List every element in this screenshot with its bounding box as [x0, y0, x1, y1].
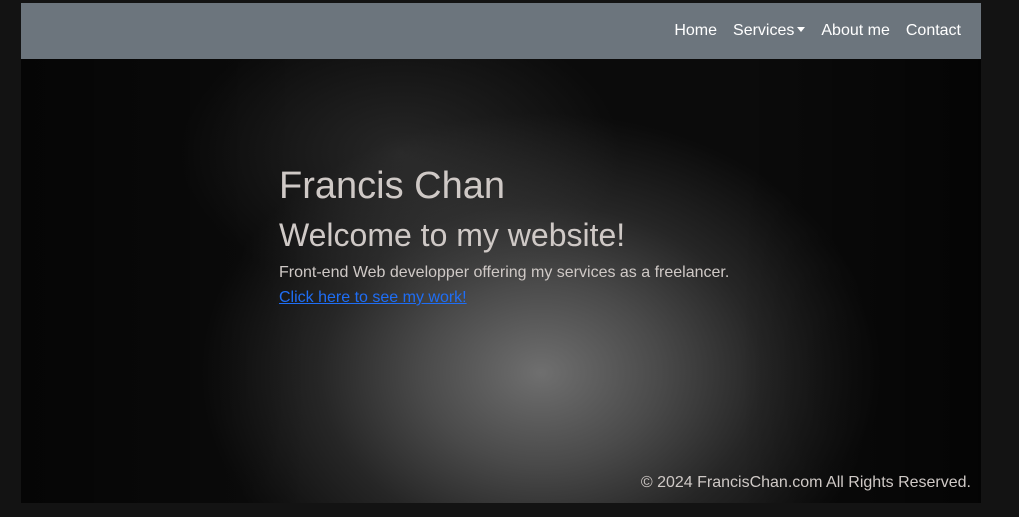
- hero-tagline: Front-end Web developper offering my ser…: [279, 264, 730, 281]
- nav-item-home[interactable]: Home: [674, 22, 717, 40]
- footer-copyright: © 2024 FrancisChan.com All Rights Reserv…: [640, 474, 971, 491]
- hero-section: Francis Chan Welcome to my website! Fron…: [279, 163, 729, 308]
- hero-welcome-heading: Welcome to my website!: [279, 217, 626, 253]
- nav-item-contact[interactable]: Contact: [906, 22, 961, 40]
- navbar: Home Services About me Contact: [21, 3, 981, 59]
- caret-down-icon: [797, 27, 806, 32]
- nav-menu: Home Services About me Contact: [674, 3, 961, 59]
- nav-item-services-label: Services: [733, 22, 795, 39]
- nav-item-about-me[interactable]: About me: [821, 22, 889, 40]
- hero-name-heading: Francis Chan: [279, 165, 505, 207]
- page-container: Home Services About me Contact Francis C…: [21, 3, 981, 503]
- nav-item-services-dropdown[interactable]: Services: [733, 22, 806, 40]
- see-my-work-link[interactable]: Click here to see my work!: [279, 288, 467, 308]
